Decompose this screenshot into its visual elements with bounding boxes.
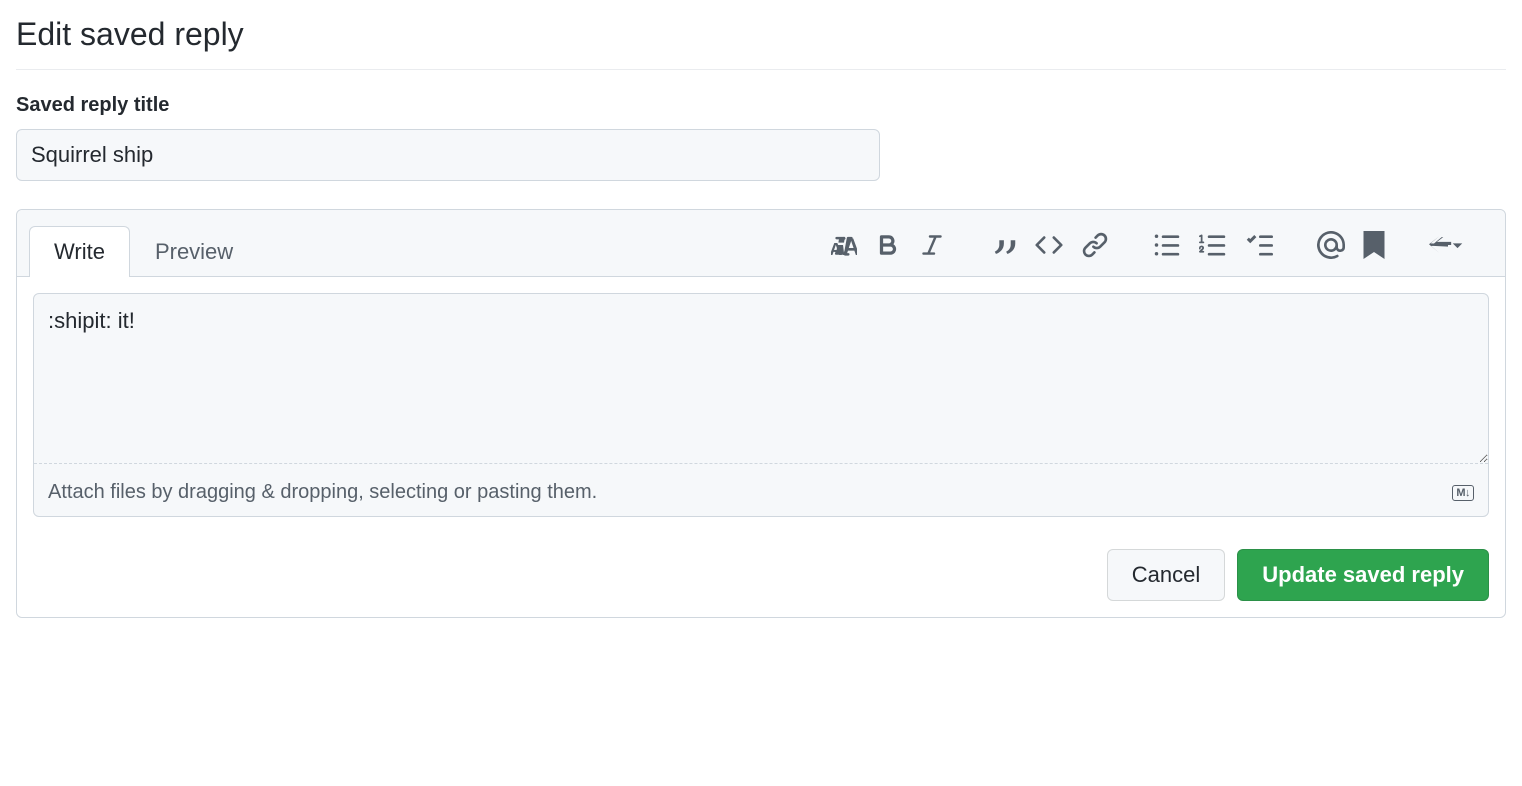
- heading-icon[interactable]: AA: [831, 232, 857, 258]
- body-textarea[interactable]: [34, 294, 1488, 464]
- link-icon[interactable]: [1081, 231, 1109, 259]
- markdown-help-icon[interactable]: M↓: [1452, 485, 1474, 501]
- svg-text:A: A: [831, 239, 842, 258]
- tab-preview[interactable]: Preview: [130, 226, 258, 277]
- attach-hint-text: Attach files by dragging & dropping, sel…: [48, 481, 597, 504]
- saved-reply-icon[interactable]: [1363, 231, 1385, 259]
- update-saved-reply-button[interactable]: Update saved reply: [1237, 549, 1489, 601]
- attach-files-hint[interactable]: Attach files by dragging & dropping, sel…: [34, 469, 1488, 516]
- mention-icon[interactable]: [1317, 231, 1345, 259]
- svg-text:A: A: [842, 234, 857, 258]
- tab-header: Write Preview AA: [17, 210, 1505, 277]
- markdown-toolbar: AA: [813, 231, 1493, 271]
- unordered-list-icon[interactable]: [1153, 231, 1181, 259]
- comment-editor: Write Preview AA: [16, 209, 1506, 618]
- page-title: Edit saved reply: [16, 16, 1506, 70]
- task-list-icon[interactable]: [1245, 231, 1273, 259]
- quote-icon[interactable]: [989, 231, 1017, 259]
- code-icon[interactable]: [1035, 231, 1063, 259]
- reply-dropdown-icon[interactable]: [1429, 232, 1467, 258]
- tab-write[interactable]: Write: [29, 226, 130, 277]
- bold-icon[interactable]: [875, 232, 901, 258]
- ordered-list-icon[interactable]: [1199, 231, 1227, 259]
- title-input[interactable]: [16, 129, 880, 181]
- title-label: Saved reply title: [16, 94, 1506, 117]
- italic-icon[interactable]: [919, 232, 945, 258]
- cancel-button[interactable]: Cancel: [1107, 549, 1225, 601]
